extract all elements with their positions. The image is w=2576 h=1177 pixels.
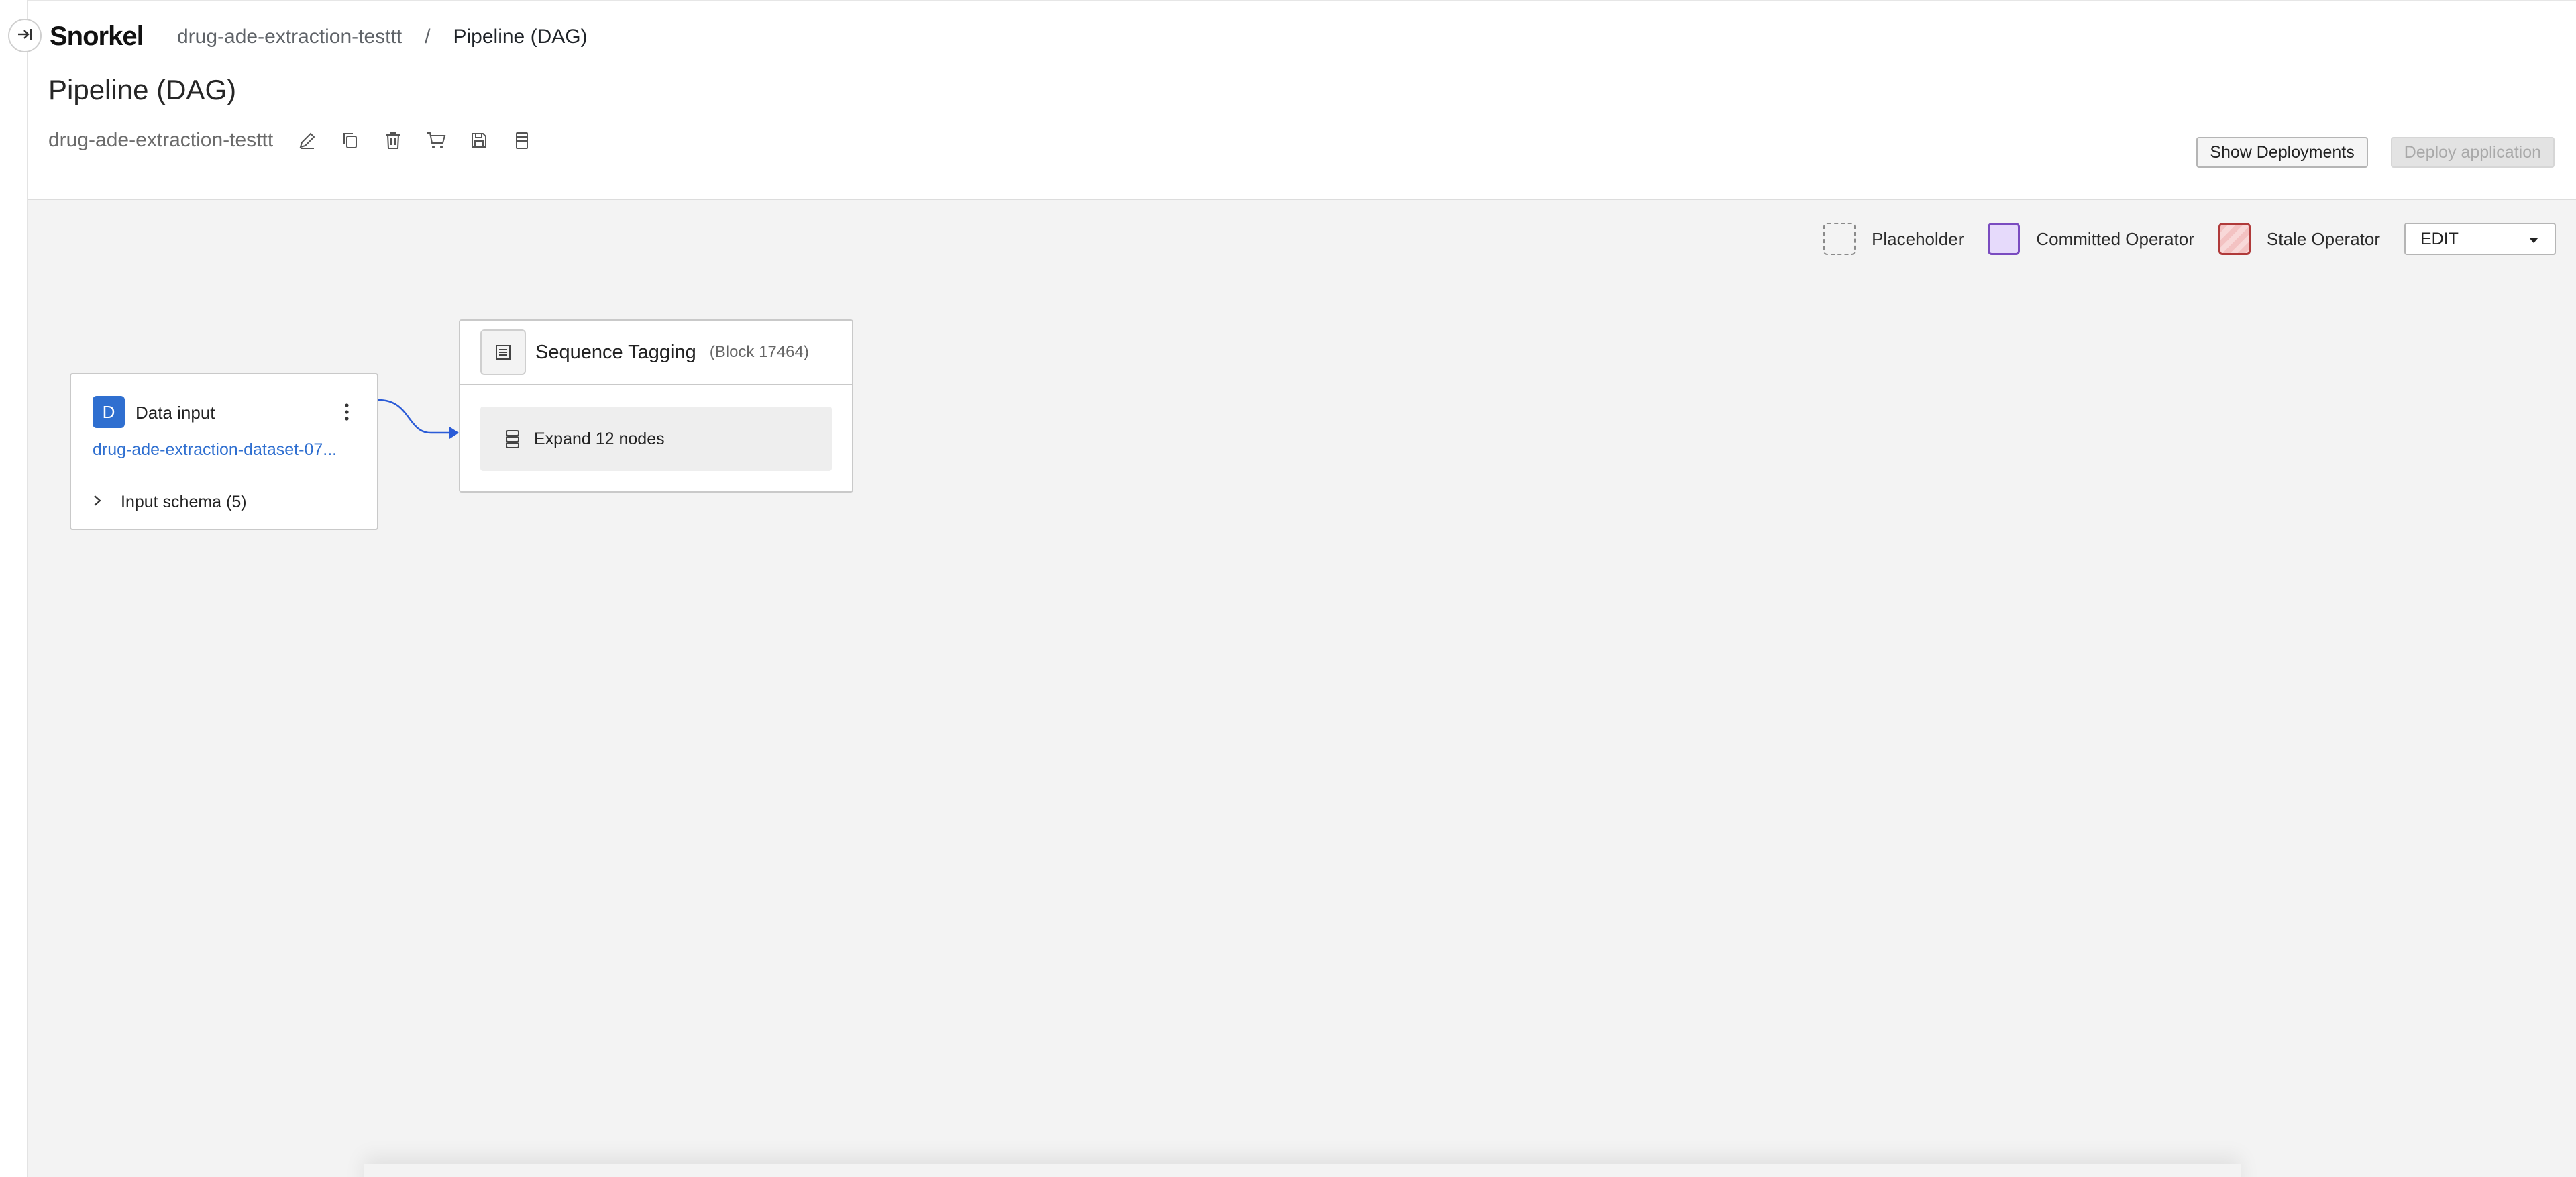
save-icon[interactable] — [466, 127, 492, 153]
legend-committed-label: Committed Operator — [2036, 228, 2194, 249]
mode-select-value: EDIT — [2420, 229, 2459, 248]
legend-stale-label: Stale Operator — [2266, 228, 2380, 249]
dataset-link[interactable]: drug-ade-extraction-dataset-07... — [93, 440, 361, 460]
dag-edge — [378, 399, 459, 439]
breadcrumb: drug-ade-extraction-testtt / Pipeline (D… — [177, 25, 588, 48]
block-header: Sequence Tagging (Block 17464) — [460, 321, 852, 385]
block-list-icon — [480, 329, 526, 375]
data-input-title: Data input — [136, 403, 215, 423]
block-id: (Block 17464) — [709, 343, 809, 361]
data-input-badge: D — [93, 396, 125, 428]
show-deployments-button[interactable]: Show Deployments — [2196, 137, 2368, 168]
mode-select[interactable]: EDIT — [2404, 223, 2556, 255]
placeholder-swatch — [1823, 223, 1856, 255]
archive-icon[interactable] — [509, 127, 535, 153]
expand-nodes-label: Expand 12 nodes — [534, 429, 665, 448]
data-input-node[interactable]: D Data input drug-ade-extraction-dataset… — [70, 373, 378, 530]
sequence-tagging-block[interactable]: Sequence Tagging (Block 17464) Expand 12… — [459, 319, 853, 493]
sidebar-toggle-button[interactable] — [8, 19, 42, 52]
application-name: drug-ade-extraction-testtt — [48, 129, 274, 151]
app-root: Snorkel drug-ade-extraction-testtt / Pip… — [0, 0, 2576, 1177]
snorkel-logo[interactable]: Snorkel — [50, 21, 144, 52]
page-title: Pipeline (DAG) — [48, 74, 237, 105]
copy-icon[interactable] — [337, 127, 363, 153]
breadcrumb-separator: / — [425, 25, 431, 48]
cart-icon[interactable] — [423, 127, 449, 153]
chevron-right-icon — [93, 493, 102, 512]
stack-icon — [503, 429, 522, 449]
legend-stale: Stale Operator — [2218, 223, 2380, 255]
bottom-panel-shadow — [364, 1164, 2241, 1177]
left-rail — [0, 0, 28, 1177]
breadcrumb-application-link[interactable]: drug-ade-extraction-testtt — [177, 25, 402, 48]
edit-icon[interactable] — [294, 127, 320, 153]
deploy-application-button[interactable]: Deploy application — [2390, 137, 2555, 168]
caret-down-icon — [2528, 229, 2540, 249]
breadcrumb-current: Pipeline (DAG) — [453, 25, 588, 48]
legend-placeholder: Placeholder — [1823, 223, 1964, 255]
header-actions: Show Deployments Deploy application — [2196, 137, 2555, 168]
legend: Placeholder Committed Operator Stale Ope… — [1823, 223, 2556, 255]
trash-icon[interactable] — [380, 127, 406, 153]
page-header: Snorkel drug-ade-extraction-testtt / Pip… — [28, 0, 2576, 200]
block-title: Sequence Tagging — [535, 341, 696, 363]
application-toolbar: drug-ade-extraction-testtt — [48, 127, 552, 153]
legend-placeholder-label: Placeholder — [1872, 228, 1964, 249]
expand-sidebar-icon — [16, 25, 34, 46]
legend-committed: Committed Operator — [1988, 223, 2194, 255]
expand-nodes-button[interactable]: Expand 12 nodes — [480, 407, 832, 471]
input-schema-toggle[interactable]: Input schema (5) — [93, 493, 247, 512]
dag-canvas[interactable]: Placeholder Committed Operator Stale Ope… — [28, 200, 2576, 1177]
committed-swatch — [1988, 223, 2021, 255]
stale-swatch — [2218, 223, 2251, 255]
more-vertical-icon[interactable] — [337, 400, 357, 424]
input-schema-label: Input schema (5) — [121, 493, 247, 511]
